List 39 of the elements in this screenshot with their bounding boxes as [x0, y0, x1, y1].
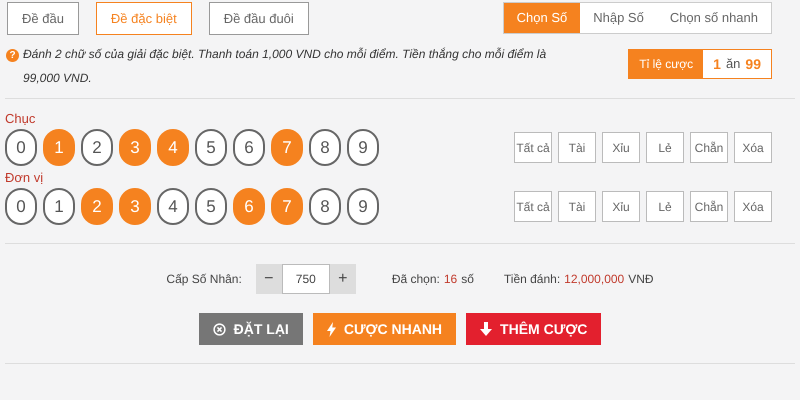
filter-button[interactable]: Lẻ	[646, 191, 684, 222]
filter-button[interactable]: Xỉu	[602, 132, 640, 163]
mode-tab[interactable]: Nhập Số	[580, 3, 657, 33]
help-icon: ?	[6, 49, 19, 62]
filter-button[interactable]: Tài	[558, 191, 596, 222]
action-button[interactable]: THÊM CƯỢC	[466, 313, 602, 345]
filter-button[interactable]: Tất cả	[514, 191, 552, 222]
close-circle-icon	[212, 322, 226, 336]
odds-stake: 1	[713, 54, 721, 74]
row-label: Chục	[5, 111, 36, 127]
mode-tab[interactable]: Chọn số nhanh	[656, 3, 771, 33]
game-tab[interactable]: Đề đầu đuôi	[208, 2, 309, 35]
filter-button[interactable]: Xỉu	[602, 191, 640, 222]
odds-label: Tỉ lệ cược	[629, 50, 704, 78]
odds-payout: 99	[745, 54, 761, 74]
filter-button[interactable]: Xóa	[734, 191, 772, 222]
game-tab[interactable]: Đề đầu	[7, 2, 79, 35]
amount-label: Tiền đánh:	[504, 271, 560, 288]
multiplier-field[interactable]: 750	[282, 264, 330, 294]
row-label: Đơn vị	[5, 170, 44, 186]
lightning-icon	[326, 322, 336, 336]
chosen-label: Đã chọn:	[392, 271, 440, 288]
decrease-button[interactable]: −	[256, 264, 282, 294]
filter-button[interactable]: Tất cả	[514, 132, 552, 163]
filter-button[interactable]: Chẵn	[690, 191, 728, 222]
filter-button[interactable]: Lẻ	[646, 132, 684, 163]
increase-button[interactable]: +	[330, 264, 356, 294]
chosen-unit: số	[461, 271, 474, 288]
chosen-count: 16	[444, 271, 458, 288]
multiplier-label: Cấp Số Nhân:	[166, 271, 242, 288]
amount-value: 12,000,000	[564, 271, 624, 288]
action-button[interactable]: ĐẶT LẠI	[198, 313, 303, 345]
bet-description: Đánh 2 chữ số của giải đặc biệt. Thanh toán 1,000 VND cho mỗi điểm. Tiền thắng cho mỗi điểm là 99,000 VND.	[23, 46, 548, 87]
odds-word: ăn	[726, 55, 740, 74]
arrow-down-icon	[480, 322, 492, 336]
filter-button[interactable]: Chẵn	[690, 132, 728, 163]
filter-button[interactable]: Tài	[558, 132, 596, 163]
filter-button[interactable]: Xóa	[734, 132, 772, 163]
amount-currency: VNĐ	[628, 271, 654, 288]
